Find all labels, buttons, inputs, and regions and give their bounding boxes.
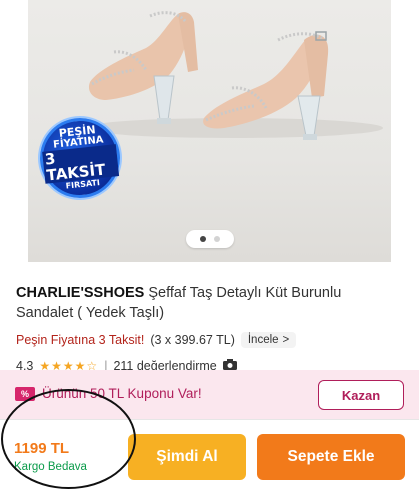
add-to-cart-button[interactable]: Sepete Ekle — [257, 434, 405, 480]
buy-now-button[interactable]: Şimdi Al — [128, 434, 246, 480]
claim-coupon-button[interactable]: Kazan — [318, 380, 404, 410]
coupon-banner: % Ürünün 50 TL Kuponu Var! Kazan — [0, 370, 419, 419]
product-price: 1199 TL — [14, 440, 70, 457]
pager-dot-active[interactable] — [200, 236, 206, 242]
coupon-icon: % — [15, 387, 35, 401]
product-image-gallery[interactable]: PEŞİN FİYATINA 3 TAKSİT FIRSATI — [0, 0, 419, 262]
installment-detail: (3 x 399.67 TL) — [150, 333, 235, 347]
product-title: CHARLIE'SSHOES Şeffaf Taş Detaylı Küt Bu… — [16, 283, 396, 323]
inspect-button[interactable]: İncele > — [240, 332, 297, 348]
installment-text: Peşin Fiyatına 3 Taksit! — [16, 333, 145, 347]
image-pager[interactable] — [186, 230, 234, 248]
promo-badge-line: 3 TAKSİT — [42, 144, 120, 185]
chevron-right-icon: > — [282, 334, 290, 346]
free-shipping-label: Kargo Bedava — [14, 461, 87, 473]
product-brand[interactable]: CHARLIE'SSHOES — [16, 285, 144, 301]
product-page: PEŞİN FİYATINA 3 TAKSİT FIRSATI CHARLIE'… — [0, 0, 419, 490]
pager-dot[interactable] — [214, 236, 220, 242]
promo-badge-line: FIRSATI — [65, 178, 101, 191]
coupon-text: Ürünün 50 TL Kuponu Var! — [42, 386, 202, 401]
inspect-label: İncele — [247, 334, 279, 346]
installment-row: Peşin Fiyatına 3 Taksit! (3 x 399.67 TL)… — [16, 332, 297, 348]
